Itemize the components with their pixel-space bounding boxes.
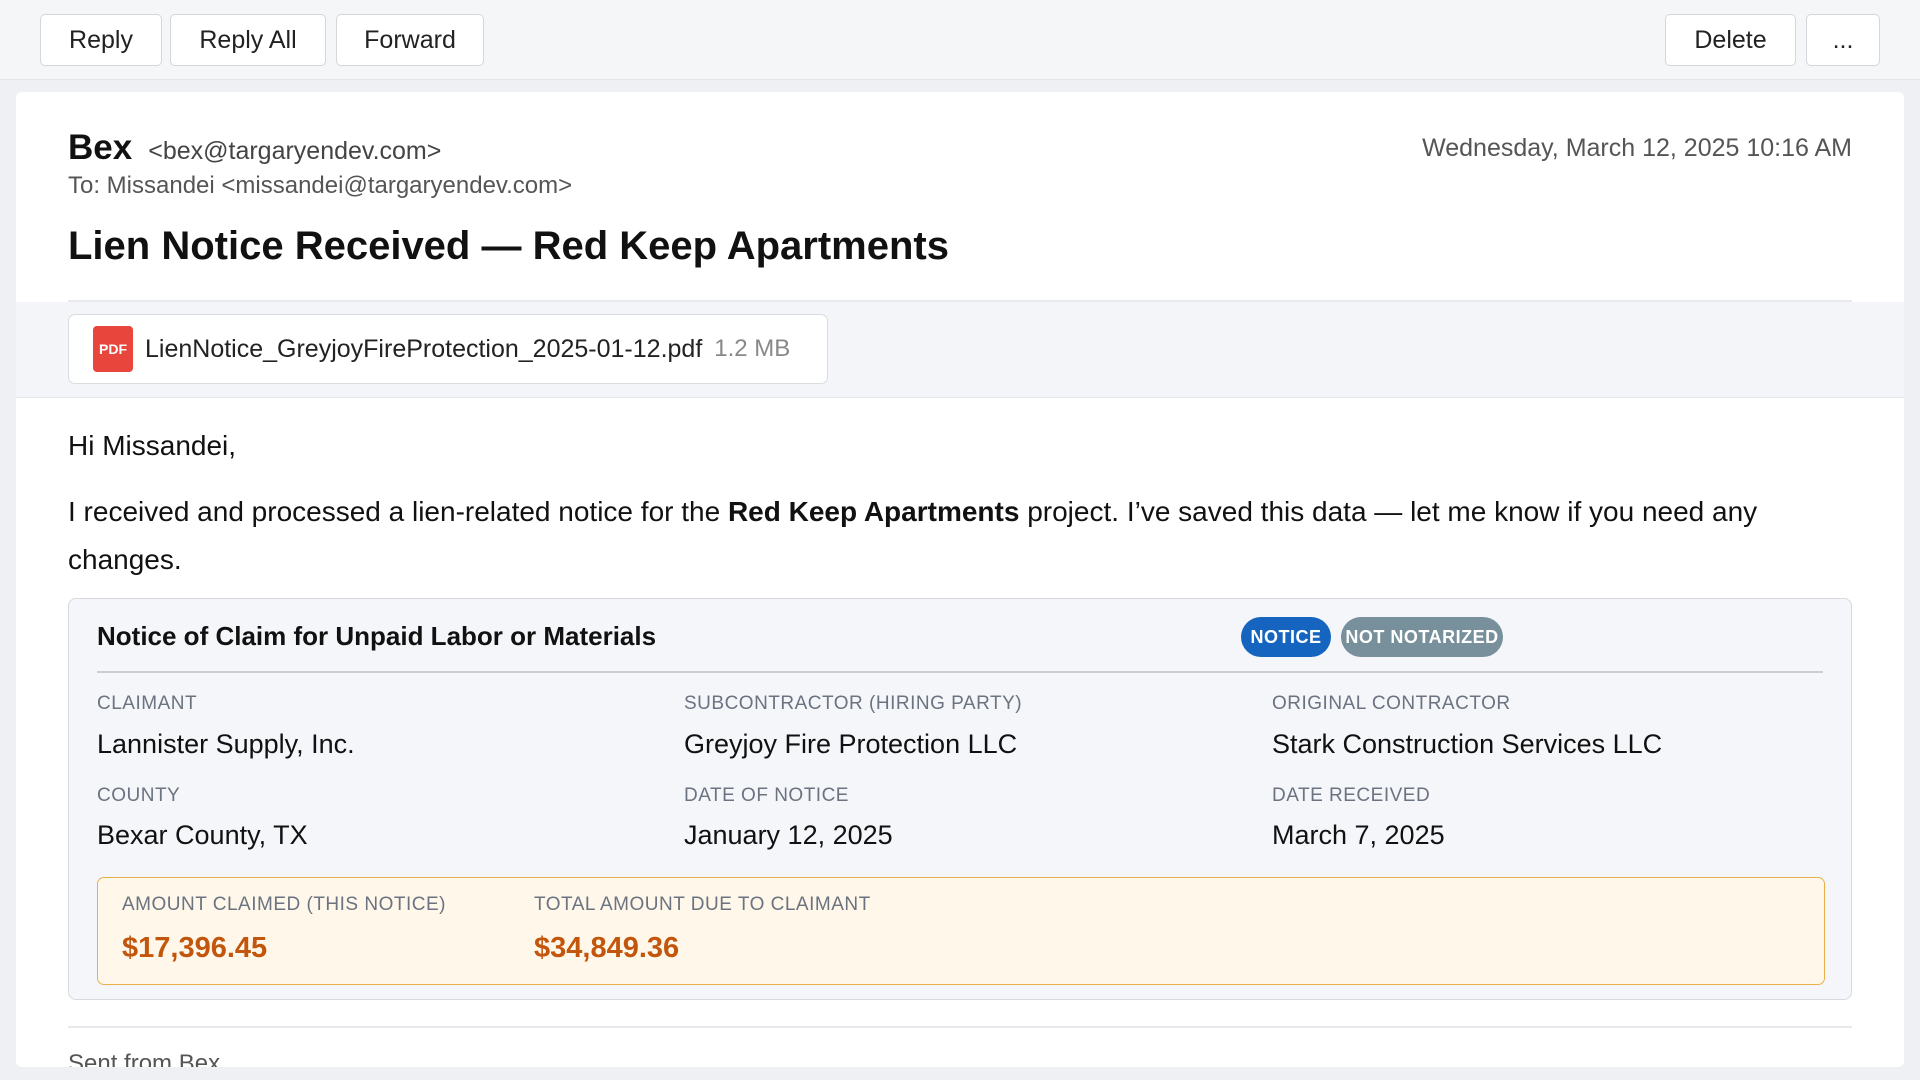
amount-claimed-value: $17,396.45 (122, 932, 268, 964)
date-received-value: March 7, 2025 (1272, 820, 1445, 850)
date-of-notice-value: January 12, 2025 (684, 820, 893, 850)
attachment-size: 1.2 MB (714, 335, 791, 362)
county-label: COUNTY (97, 785, 181, 806)
attachment-filename: LienNotice_GreyjoyFireProtection_2025-01… (145, 334, 703, 363)
body-text-start: I received and processed a lien-related … (68, 496, 728, 527)
pdf-file-icon: PDF (93, 326, 133, 372)
email-greeting: Hi Missandei, (68, 430, 237, 461)
project-name: Red Keep Apartments (727, 496, 1020, 527)
total-due-value: $34,849.36 (534, 932, 680, 964)
amounts-panel: AMOUNT CLAIMED (THIS NOTICE) $17,396.45 … (97, 877, 1825, 985)
amount-claimed-label: AMOUNT CLAIMED (THIS NOTICE) (122, 894, 446, 915)
divider (68, 1026, 1852, 1028)
delete-button[interactable]: Delete (1665, 14, 1796, 66)
claimant-label: CLAIMANT (97, 693, 198, 714)
more-button[interactable]: ... (1806, 14, 1880, 66)
reply-all-button[interactable]: Reply All (170, 14, 326, 66)
date-of-notice-label: DATE OF NOTICE (684, 785, 849, 806)
sender-email: <bex@targaryendev.com> (148, 137, 442, 165)
notice-title: Notice of Claim for Unpaid Labor or Mate… (97, 621, 657, 651)
attachments-bar: PDF LienNotice_GreyjoyFireProtection_202… (16, 302, 1904, 398)
claimant-value: Lannister Supply, Inc. (97, 729, 355, 759)
date-received-label: DATE RECEIVED (1272, 785, 1431, 806)
email-body: I received and processed a lien-related … (68, 488, 1858, 584)
recipient-line: To: Missandei <missandei@targaryendev.co… (68, 172, 573, 199)
sender-name: Bex (68, 128, 133, 167)
email-date: Wednesday, March 12, 2025 10:16 AM (1422, 134, 1852, 162)
attachment-chip[interactable]: PDF LienNotice_GreyjoyFireProtection_202… (68, 314, 828, 384)
email-signature: Sent from Bex (68, 1050, 221, 1067)
notice-card: Notice of Claim for Unpaid Labor or Mate… (68, 598, 1852, 1000)
email-subject: Lien Notice Received — Red Keep Apartmen… (68, 224, 949, 268)
sender: Bex <bex@targaryendev.com> (68, 128, 441, 168)
subcontractor-label: SUBCONTRACTOR (HIRING PARTY) (684, 693, 1023, 714)
reply-button[interactable]: Reply (40, 14, 162, 66)
divider (97, 671, 1823, 673)
original-contractor-value: Stark Construction Services LLC (1272, 729, 1663, 759)
forward-button[interactable]: Forward (336, 14, 484, 66)
notice-type-badge: NOTICE (1241, 617, 1331, 657)
email-card: Bex <bex@targaryendev.com> Wednesday, Ma… (16, 92, 1904, 1067)
total-due-label: TOTAL AMOUNT DUE TO CLAIMANT (534, 894, 871, 915)
county-value: Bexar County, TX (97, 820, 308, 850)
notarization-badge: NOT NOTARIZED (1341, 617, 1503, 657)
subcontractor-value: Greyjoy Fire Protection LLC (684, 729, 1018, 759)
original-contractor-label: ORIGINAL CONTRACTOR (1272, 693, 1511, 714)
toolbar: Reply Reply All Forward Delete ... (0, 0, 1920, 80)
